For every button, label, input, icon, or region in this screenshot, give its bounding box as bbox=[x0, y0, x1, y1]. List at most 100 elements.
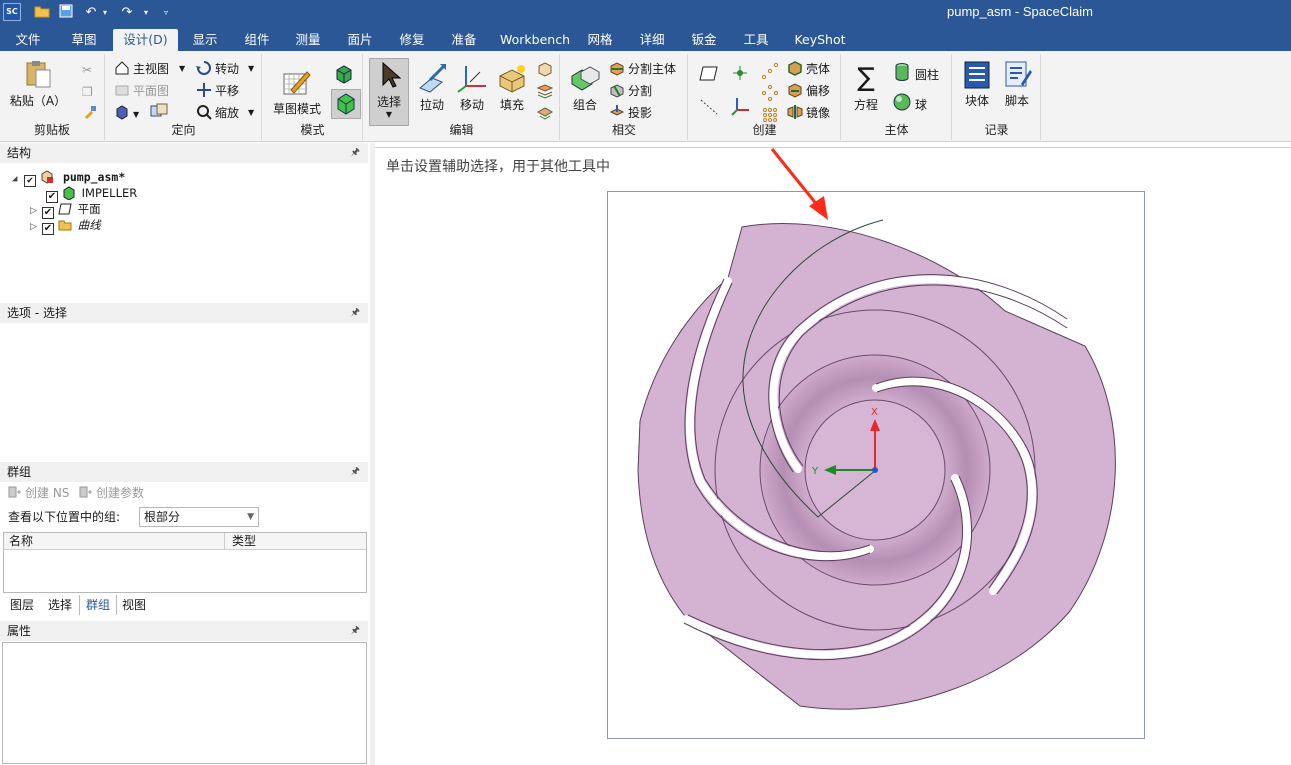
group-label-orient: 定向 bbox=[171, 123, 196, 137]
group-orient: 主视图 ▼ 平面图 ▼ 转动 ▼ 平移 缩放 ▼ 定向 bbox=[106, 54, 262, 140]
tab-sheet-metal[interactable]: 钣金 bbox=[683, 29, 725, 51]
split-button[interactable]: 分割 bbox=[609, 81, 652, 101]
block-button[interactable]: 块体 bbox=[957, 58, 997, 109]
split-body-button[interactable]: 分割主体 bbox=[609, 59, 676, 79]
impeller-model[interactable]: X Y bbox=[375, 148, 1291, 765]
create-parameter-button[interactable]: 创建参数 bbox=[77, 483, 144, 503]
zoom-dropdown-icon[interactable]: ▼ bbox=[248, 103, 254, 123]
plan-view-button[interactable]: 平面图 bbox=[114, 81, 169, 101]
column-divider[interactable] bbox=[224, 533, 225, 550]
sphere-button[interactable]: 球 bbox=[892, 92, 927, 112]
app-icon[interactable]: SC bbox=[3, 3, 21, 21]
axis-create-icon[interactable] bbox=[699, 98, 719, 118]
pattern-circular-icon[interactable] bbox=[761, 84, 779, 104]
expand-icon[interactable]: ▷ bbox=[30, 219, 42, 235]
open-folder-icon[interactable] bbox=[33, 4, 51, 22]
undo-dropdown-icon[interactable]: ▾ bbox=[96, 4, 114, 22]
home-view-dropdown-icon[interactable]: ▼ bbox=[179, 59, 185, 79]
fill-tool-button[interactable]: 填充 bbox=[492, 62, 532, 113]
tab-layers[interactable]: 图层 bbox=[4, 595, 40, 615]
section-mode-icon[interactable] bbox=[333, 64, 355, 84]
tree-node-plane[interactable]: ▷ ✔ 平面 bbox=[30, 201, 101, 219]
tab-design[interactable]: 设计(D) bbox=[113, 29, 178, 51]
customize-icon[interactable]: ▿ bbox=[157, 4, 175, 22]
offset-button[interactable]: 偏移 bbox=[787, 81, 830, 101]
pin-icon[interactable]: 🖈 bbox=[351, 303, 360, 323]
tree-node-impeller[interactable]: ✔ IMPELLER bbox=[46, 185, 137, 203]
mirror-button[interactable]: 镜像 bbox=[787, 103, 830, 123]
tab-prepare[interactable]: 准备 bbox=[443, 29, 485, 51]
project-button[interactable]: 投影 bbox=[609, 103, 652, 123]
pan-button[interactable]: 平移 bbox=[196, 81, 239, 101]
pull-tool-button[interactable]: 拉动 bbox=[412, 62, 452, 113]
pin-icon[interactable]: 🖈 bbox=[351, 462, 360, 482]
redo-dropdown-icon[interactable]: ▾ bbox=[137, 4, 155, 22]
tab-measure[interactable]: 测量 bbox=[287, 29, 329, 51]
visibility-checkbox[interactable]: ✔ bbox=[42, 223, 54, 235]
tab-assembly[interactable]: 组件 bbox=[236, 29, 278, 51]
visibility-checkbox[interactable]: ✔ bbox=[24, 175, 36, 187]
cylinder-button[interactable]: 圆柱 bbox=[892, 62, 939, 82]
column-type[interactable]: 类型 bbox=[232, 533, 256, 550]
tab-repair[interactable]: 修复 bbox=[391, 29, 433, 51]
group-create: 壳体 偏移 镜像 创建 bbox=[689, 54, 841, 140]
spin-button[interactable]: 转动 bbox=[196, 59, 239, 79]
view-layout-icon[interactable] bbox=[150, 103, 168, 123]
group-location-select[interactable]: 根部分 ▼ bbox=[139, 507, 259, 527]
groups-panel-header: 群组 🖈 bbox=[0, 462, 368, 482]
column-name[interactable]: 名称 bbox=[9, 533, 33, 550]
group-label-create: 创建 bbox=[752, 123, 777, 137]
layers-icon[interactable] bbox=[536, 82, 554, 102]
tab-tools[interactable]: 工具 bbox=[735, 29, 777, 51]
pin-icon[interactable]: 🖈 bbox=[351, 621, 360, 641]
select-tool-button[interactable]: 选择 ▼ bbox=[369, 58, 409, 126]
shell-button[interactable]: 壳体 bbox=[787, 59, 830, 79]
combine-button[interactable]: 组合 bbox=[565, 62, 605, 113]
impeller-blades[interactable] bbox=[637, 223, 1116, 710]
pattern-linear-icon[interactable] bbox=[761, 62, 779, 82]
project-icon bbox=[609, 104, 625, 120]
properties-grid[interactable] bbox=[2, 642, 367, 764]
tab-display[interactable]: 显示 bbox=[184, 29, 226, 51]
point-create-icon[interactable] bbox=[731, 64, 749, 84]
blend-icon[interactable] bbox=[536, 60, 554, 80]
paste-label: 粘贴（A） bbox=[9, 94, 67, 108]
sketch-mode-button[interactable]: 草图模式 bbox=[269, 66, 325, 117]
tab-keyshot[interactable]: KeyShot bbox=[792, 29, 848, 51]
paste-button[interactable]: 粘贴（A） bbox=[8, 58, 68, 109]
tab-views[interactable]: 视图 bbox=[116, 595, 152, 615]
tab-sketch[interactable]: 草图 bbox=[62, 29, 106, 51]
home-view-button[interactable]: 主视图 bbox=[114, 59, 169, 79]
script-button[interactable]: 脚本 bbox=[997, 58, 1037, 109]
design-viewport[interactable]: 单击设置辅助选择，用于其他工具中 X Y bbox=[375, 147, 1291, 765]
tab-groups[interactable]: 群组 bbox=[79, 595, 118, 615]
tab-selection[interactable]: 选择 bbox=[42, 595, 78, 615]
tree-node-curves[interactable]: ▷ ✔ 曲线 bbox=[30, 217, 101, 235]
view-cube-button[interactable]: ▼ bbox=[114, 103, 139, 123]
select-dropdown-icon[interactable]: ▼ bbox=[370, 110, 408, 120]
collapse-icon[interactable]: ◢ bbox=[12, 171, 24, 187]
equation-button[interactable]: ∑ 方程 bbox=[846, 62, 886, 113]
paste-icon bbox=[22, 58, 54, 90]
tab-file[interactable]: 文件 bbox=[6, 29, 50, 51]
tab-workbench[interactable]: Workbench bbox=[500, 29, 570, 51]
pin-icon[interactable]: 🖈 bbox=[351, 143, 360, 163]
3d-mode-icon[interactable] bbox=[331, 89, 361, 119]
tab-facets[interactable]: 面片 bbox=[339, 29, 381, 51]
cut-icon[interactable]: ✂ bbox=[82, 60, 92, 80]
spin-dropdown-icon[interactable]: ▼ bbox=[248, 59, 254, 79]
tab-mesh[interactable]: 网格 bbox=[579, 29, 621, 51]
tab-detail[interactable]: 详细 bbox=[631, 29, 673, 51]
origin-create-icon[interactable] bbox=[731, 96, 751, 116]
tree-node-root[interactable]: ◢ ✔ pump_asm* bbox=[12, 169, 125, 187]
sigma-icon: ∑ bbox=[857, 63, 875, 93]
group-label-clipboard: 剪贴板 bbox=[33, 123, 70, 137]
save-icon[interactable] bbox=[57, 4, 75, 22]
redo-icon[interactable]: ↷ bbox=[118, 4, 136, 22]
move-tool-button[interactable]: 移动 bbox=[452, 62, 492, 113]
create-ns-button[interactable]: 创建 NS bbox=[6, 483, 69, 503]
zoom-button[interactable]: 缩放 bbox=[196, 103, 239, 123]
copy-icon[interactable]: ❐ bbox=[82, 82, 93, 102]
plane-create-icon[interactable] bbox=[699, 64, 719, 84]
origin-point[interactable] bbox=[872, 467, 878, 473]
